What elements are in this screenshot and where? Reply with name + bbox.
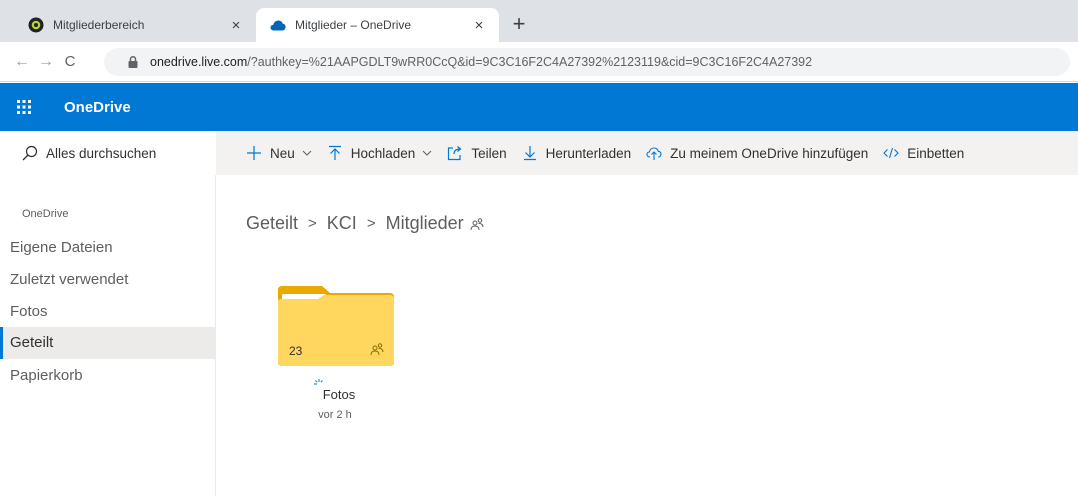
reload-icon[interactable]: C [60, 52, 80, 72]
download-button[interactable]: Herunterladen [522, 145, 632, 161]
tab-onedrive[interactable]: Mitglieder – OneDrive × [256, 8, 499, 42]
close-tab-icon[interactable]: × [228, 17, 244, 34]
url-host: onedrive.live.com [150, 55, 248, 69]
back-arrow-icon[interactable]: ← [12, 52, 32, 72]
command-bar: Neu Hochladen Teilen Herunterladen Zu me… [216, 131, 1078, 175]
folder-modified: vor 2 h [318, 409, 352, 421]
code-icon [883, 145, 900, 161]
app-launcher-icon[interactable] [0, 83, 48, 131]
browser-toolbar: ← → C onedrive.live.com/?authkey=%21AAPG… [0, 42, 1078, 82]
sidebar-item-my-files[interactable]: Eigene Dateien [0, 232, 215, 264]
tab-mitgliederbereich[interactable]: Mitgliederbereich × [8, 8, 256, 42]
upload-label: Hochladen [350, 145, 416, 161]
embed-label: Einbetten [907, 145, 965, 161]
lock-icon[interactable] [126, 55, 140, 69]
sync-spinner-icon [314, 379, 323, 385]
shared-people-icon [370, 343, 384, 356]
download-icon [522, 145, 538, 161]
folder-tile[interactable]: 23 [278, 286, 394, 366]
close-tab-icon[interactable]: × [471, 17, 487, 34]
folder-name[interactable]: Fotos [310, 378, 362, 402]
onedrive-cloud-icon [270, 17, 286, 33]
new-button[interactable]: Neu [246, 145, 312, 161]
search-icon [22, 145, 38, 161]
upload-button[interactable]: Hochladen [327, 145, 433, 161]
new-label: Neu [270, 145, 295, 161]
share-icon [447, 145, 463, 161]
download-label: Herunterladen [545, 145, 632, 161]
share-label: Teilen [471, 145, 507, 161]
shared-people-icon [470, 217, 484, 230]
chevron-down-icon [302, 150, 312, 156]
url-bar[interactable]: onedrive.live.com/?authkey=%21AAPGDLT9wR… [104, 48, 1070, 76]
breadcrumb-item-current: Mitglieder [385, 213, 464, 233]
forward-arrow-icon[interactable]: → [36, 52, 56, 72]
tab-title: Mitglieder – OneDrive [295, 18, 412, 32]
embed-button[interactable]: Einbetten [883, 145, 964, 161]
left-navigation: OneDrive Eigene Dateien Zuletzt verwende… [0, 175, 216, 496]
search-placeholder: Alles durchsuchen [46, 145, 157, 161]
url-path: /?authkey=%21AAPGDLT9wRR0CcQ&id=9C3C16F2… [247, 55, 813, 69]
breadcrumb-separator: > [308, 215, 317, 232]
upload-icon [327, 145, 343, 161]
plus-icon [246, 145, 262, 161]
breadcrumb-item-shared[interactable]: Geteilt [246, 213, 298, 234]
sidebar-item-photos[interactable]: Fotos [0, 296, 215, 328]
add-to-onedrive-label: Zu meinem OneDrive hinzufügen [670, 145, 869, 161]
new-tab-button[interactable]: + [506, 12, 532, 38]
sidebar-item-shared[interactable]: Geteilt [0, 327, 215, 359]
nav-group-heading: OneDrive [22, 208, 69, 220]
breadcrumb-separator: > [366, 215, 376, 232]
breadcrumb-item-kci[interactable]: KCI [327, 213, 357, 234]
sidebar-item-recent[interactable]: Zuletzt verwendet [0, 264, 215, 296]
app-header: OneDrive [0, 83, 1078, 131]
cloud-add-icon [646, 145, 662, 161]
circle-logo-icon [28, 17, 44, 33]
app-title[interactable]: OneDrive [64, 99, 131, 116]
tab-title: Mitgliederbereich [53, 18, 145, 32]
add-to-onedrive-button[interactable]: Zu meinem OneDrive hinzufügen [646, 145, 868, 161]
folder-item-count: 23 [289, 344, 303, 358]
search-box[interactable]: Alles durchsuchen [0, 131, 216, 175]
chevron-down-icon [422, 150, 432, 156]
share-button[interactable]: Teilen [447, 145, 507, 161]
browser-tab-strip: Mitgliederbereich × Mitglieder – OneDriv… [0, 0, 1078, 42]
breadcrumb: Geteilt > KCI > Mitglieder [246, 213, 484, 234]
sidebar-item-recycle-bin[interactable]: Papierkorb [0, 360, 215, 392]
